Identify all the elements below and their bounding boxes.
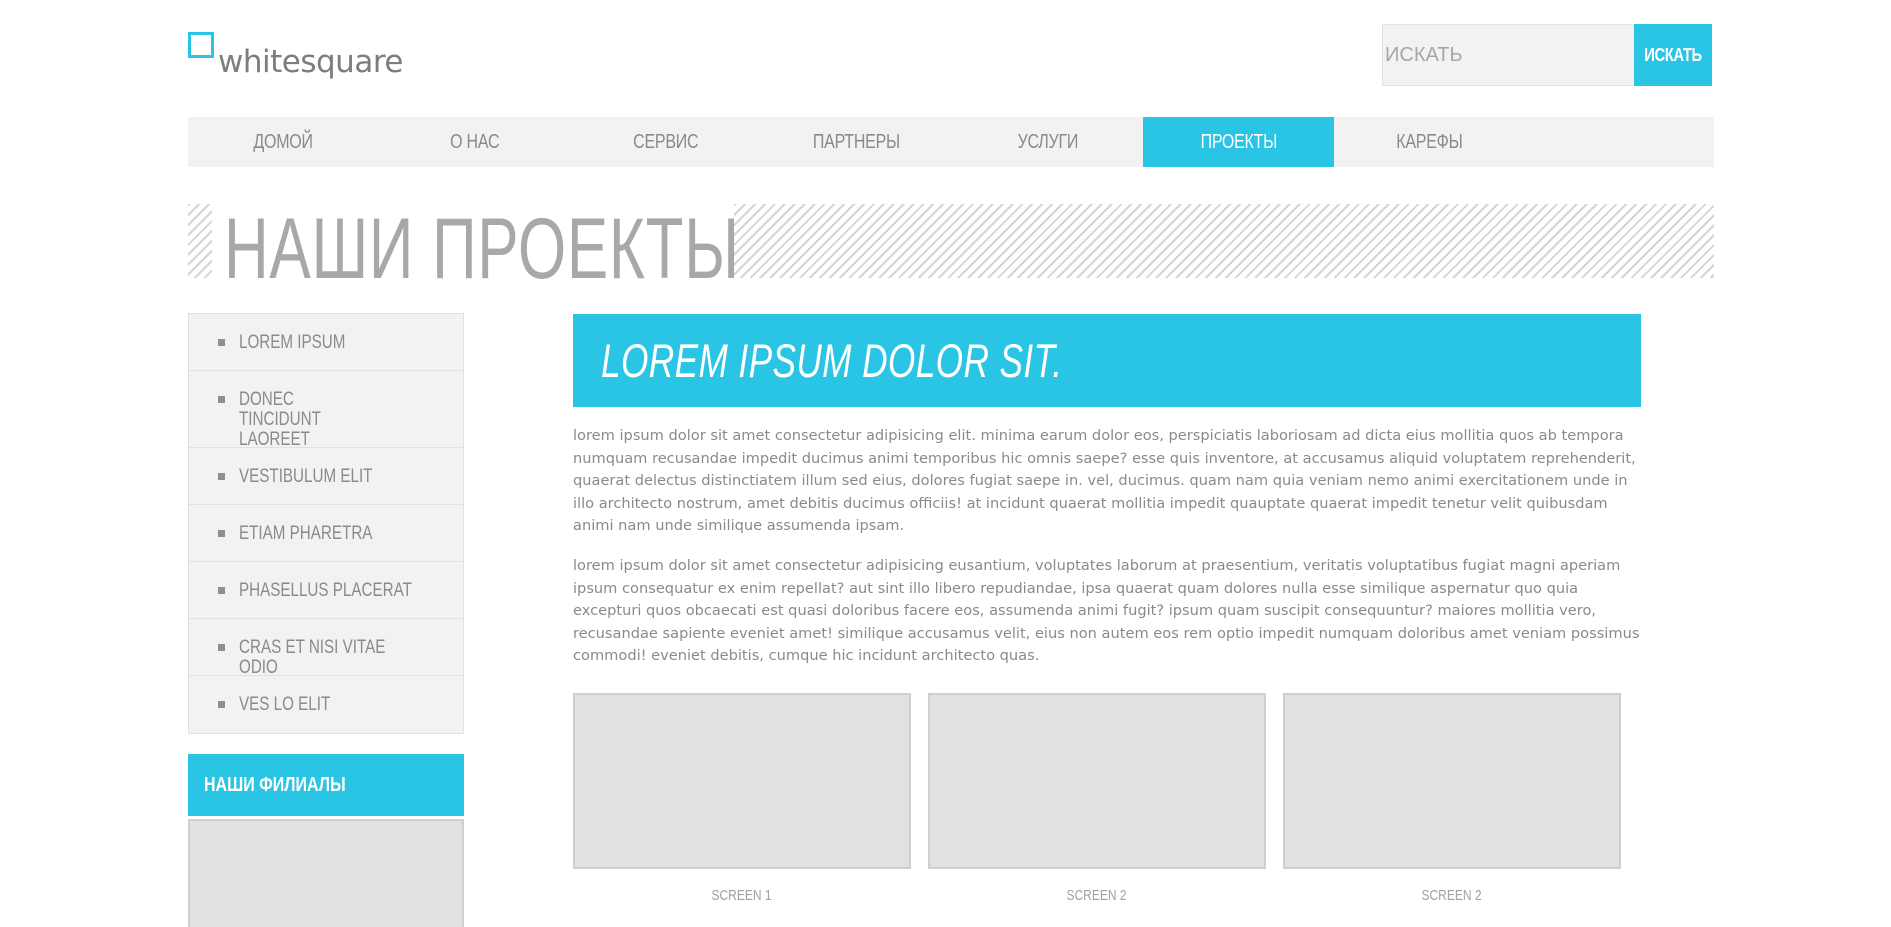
search-input[interactable] (1382, 24, 1634, 86)
bullet-icon (218, 339, 225, 346)
logo-text: whitesquare (218, 44, 403, 80)
sidebar-item-label: DONEC TINCIDUNT LAOREET (239, 389, 321, 450)
nav-item-label: СЕРВИС (632, 130, 699, 153)
banner-text: LOREM IPSUM DOLOR SIT. (601, 334, 1063, 387)
sidebar-item[interactable]: ETIAM PHARETRA (189, 505, 463, 562)
content-paragraph: lorem ipsum dolor sit amet consectetur a… (573, 427, 1636, 535)
title-stripes-left (188, 204, 212, 278)
screenshot-image-placeholder (1283, 693, 1621, 869)
sidebar-item[interactable]: CRAS ET NISI VITAE ODIO (189, 619, 463, 678)
logo[interactable]: whitesquare (188, 32, 408, 82)
screenshot-caption-text: SCREEN 1 (711, 887, 773, 904)
nav-item-label: УСЛУГИ (1017, 130, 1078, 153)
screenshot-card[interactable]: SCREEN 2 (928, 693, 1266, 904)
page-title-band: НАШИ ПРОЕКТЫ (188, 201, 1714, 297)
page-title-text: НАШИ ПРОЕКТЫ (224, 201, 740, 297)
nav-item-projects[interactable]: ПРОЕКТЫ (1143, 117, 1334, 167)
sidebar-item[interactable]: LOREM IPSUM (189, 314, 463, 371)
sidebar-item-label: VESTIBULUM ELIT (239, 466, 373, 487)
bullet-icon (218, 530, 225, 537)
search-button-label: ИСКАТЬ (1644, 44, 1702, 65)
sidebar-item-label: LOREM IPSUM (239, 332, 346, 353)
nav-item-careers[interactable]: КАРЕФЫ (1334, 117, 1525, 167)
nav-item-about[interactable]: О НАС (379, 117, 570, 167)
screenshot-caption: SCREEN 2 (928, 887, 1266, 904)
sidebar: LOREM IPSUM DONEC TINCIDUNT LAOREET VEST… (188, 313, 464, 927)
title-stripes-right (734, 204, 1714, 278)
nav-item-label: О НАС (449, 130, 500, 153)
bullet-icon (218, 396, 225, 403)
bullet-icon (218, 701, 225, 708)
nav-item-label: ДОМОЙ (253, 130, 314, 153)
sidebar-item[interactable]: VESTIBULUM ELIT (189, 448, 463, 505)
screenshot-caption: SCREEN 2 (1283, 887, 1621, 904)
screenshot-caption-text: SCREEN 2 (1066, 887, 1128, 904)
search-button[interactable]: ИСКАТЬ (1634, 24, 1712, 86)
content-paragraph: lorem ipsum dolor sit amet consectetur a… (573, 556, 1640, 665)
nav-item-partners[interactable]: ПАРТНЕРЫ (761, 117, 952, 167)
nav-item-services[interactable]: УСЛУГИ (952, 117, 1143, 167)
nav-item-label: ПРОЕКТЫ (1200, 130, 1277, 153)
main-nav: ДОМОЙ О НАС СЕРВИС ПАРТНЕРЫ УСЛУГИ ПРОЕК… (188, 117, 1714, 167)
screenshot-caption: SCREEN 1 (573, 887, 911, 904)
branches-heading-text: НАШИ ФИЛИАЛЫ (204, 773, 346, 796)
screenshot-image-placeholder (573, 693, 911, 869)
nav-item-label: ПАРТНЕРЫ (812, 130, 901, 153)
bullet-icon (218, 473, 225, 480)
logo-square-icon (188, 32, 214, 58)
sidebar-item[interactable]: PHASELLUS PLACERAT (189, 562, 463, 619)
screenshot-caption-text: SCREEN 2 (1421, 887, 1483, 904)
sidebar-item[interactable]: VES LO ELIT (189, 676, 463, 733)
content-banner: LOREM IPSUM DOLOR SIT. (573, 314, 1641, 407)
branches-heading: НАШИ ФИЛИАЛЫ (188, 754, 464, 816)
sidebar-item-label: ETIAM PHARETRA (239, 523, 373, 544)
screenshot-card[interactable]: SCREEN 1 (573, 693, 911, 904)
nav-item-label: КАРЕФЫ (1396, 130, 1463, 153)
nav-item-service[interactable]: СЕРВИС (570, 117, 761, 167)
sidebar-item[interactable]: DONEC TINCIDUNT LAOREET (189, 371, 463, 450)
nav-item-home[interactable]: ДОМОЙ (188, 117, 379, 167)
screenshots-gallery: SCREEN 1 SCREEN 2 SCREEN 2 (573, 693, 1637, 913)
bullet-icon (218, 644, 225, 651)
sidebar-menu: LOREM IPSUM DONEC TINCIDUNT LAOREET VEST… (188, 313, 464, 734)
sidebar-item-label: CRAS ET NISI VITAE ODIO (239, 637, 386, 678)
sidebar-item-label: PHASELLUS PLACERAT (239, 580, 412, 601)
branches-map-placeholder (188, 819, 464, 927)
sidebar-item-label: VES LO ELIT (239, 694, 331, 715)
main-content: LOREM IPSUM DOLOR SIT. lorem ipsum dolor… (573, 314, 1641, 668)
screenshot-card[interactable]: SCREEN 2 (1283, 693, 1621, 904)
search-form: ИСКАТЬ (1382, 24, 1712, 86)
bullet-icon (218, 587, 225, 594)
screenshot-image-placeholder (928, 693, 1266, 869)
